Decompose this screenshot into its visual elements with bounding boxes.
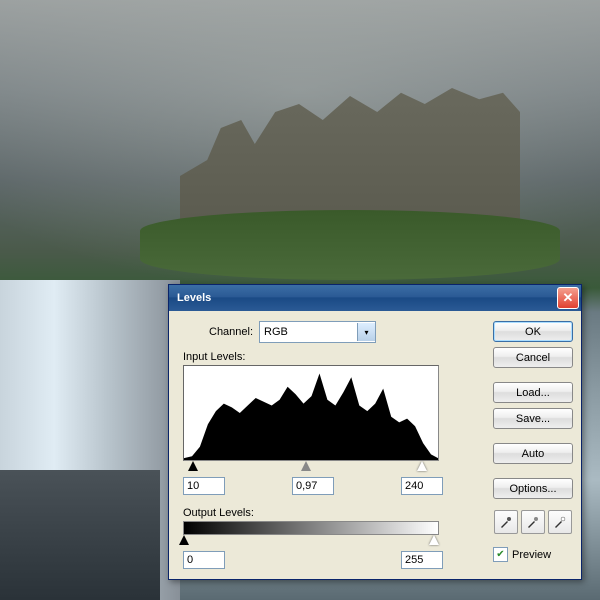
auto-button[interactable]: Auto [493, 443, 573, 464]
input-white-slider[interactable] [417, 461, 427, 471]
left-panel: Channel: RGB ▾ Input Levels: [179, 321, 485, 569]
cancel-button[interactable]: Cancel [493, 347, 573, 368]
input-white-field[interactable] [401, 477, 443, 495]
rock-shape [0, 470, 160, 600]
preview-label: Preview [512, 549, 551, 561]
dialog-title: Levels [177, 292, 557, 304]
input-levels-label: Input Levels: [183, 351, 485, 363]
histogram [183, 365, 439, 461]
output-black-slider[interactable] [179, 535, 189, 545]
levels-dialog: Levels ✕ Channel: RGB ▾ Input Levels: [168, 284, 582, 580]
input-black-slider[interactable] [188, 461, 198, 471]
eyedropper-icon [526, 515, 540, 529]
ok-button[interactable]: OK [493, 321, 573, 342]
save-button[interactable]: Save... [493, 408, 573, 429]
options-button[interactable]: Options... [493, 478, 573, 499]
input-values-row [183, 477, 443, 495]
eyedropper-white[interactable] [548, 510, 572, 534]
channel-label: Channel: [209, 326, 253, 338]
channel-dropdown[interactable]: RGB ▾ [259, 321, 376, 343]
grass-shape [140, 210, 560, 280]
eyedropper-icon [499, 515, 513, 529]
input-mid-slider[interactable] [301, 461, 311, 471]
output-white-slider[interactable] [429, 535, 439, 545]
channel-value: RGB [260, 326, 357, 338]
right-panel: OK Cancel Load... Save... Auto Options..… [493, 321, 573, 569]
histogram-chart [184, 366, 438, 460]
output-gradient [183, 521, 439, 535]
close-button[interactable]: ✕ [557, 287, 579, 309]
preview-checkbox[interactable]: ✔ [493, 547, 508, 562]
preview-row: ✔ Preview [493, 547, 573, 562]
output-white-field[interactable] [401, 551, 443, 569]
input-mid-field[interactable] [292, 477, 334, 495]
close-icon: ✕ [563, 290, 574, 306]
output-slider-track [183, 535, 437, 549]
output-levels-label: Output Levels: [183, 507, 485, 519]
eyedropper-row [493, 510, 573, 534]
dialog-body: Channel: RGB ▾ Input Levels: [169, 311, 581, 579]
eyedropper-icon [553, 515, 567, 529]
chevron-down-icon: ▾ [357, 323, 375, 341]
load-button[interactable]: Load... [493, 382, 573, 403]
input-black-field[interactable] [183, 477, 225, 495]
output-black-field[interactable] [183, 551, 225, 569]
titlebar[interactable]: Levels ✕ [169, 285, 581, 311]
eyedropper-gray[interactable] [521, 510, 545, 534]
channel-row: Channel: RGB ▾ [179, 321, 485, 343]
eyedropper-black[interactable] [494, 510, 518, 534]
input-slider-track [183, 461, 437, 475]
output-values-row [183, 551, 443, 569]
